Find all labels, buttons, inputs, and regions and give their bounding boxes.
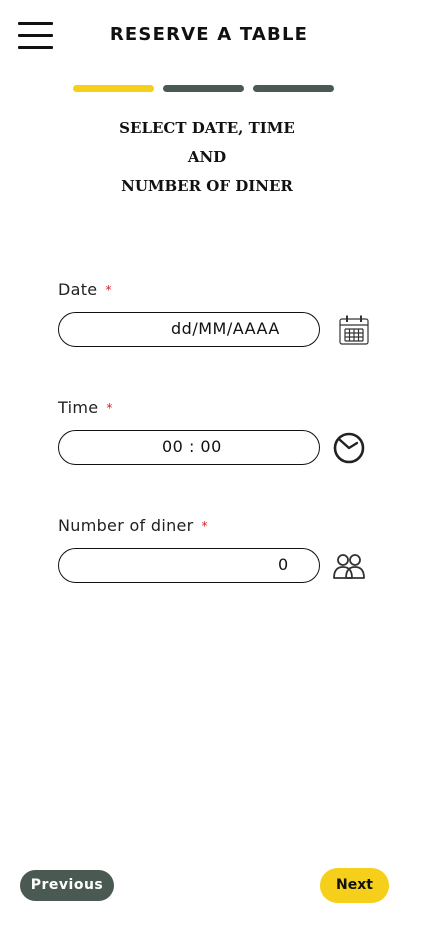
step-progress: [73, 85, 334, 92]
diners-input-value: 0: [278, 555, 289, 574]
clock-icon[interactable]: [332, 431, 366, 469]
time-input-value: 00 : 00: [162, 437, 222, 456]
progress-step-3: [253, 85, 334, 92]
diners-label-text: Number of diner: [58, 516, 194, 535]
date-input[interactable]: dd/MM/AAAA: [58, 312, 320, 347]
date-label-text: Date: [58, 280, 98, 299]
diners-input[interactable]: 0: [58, 548, 320, 583]
people-icon[interactable]: [332, 551, 366, 585]
date-label: Date *: [58, 280, 112, 299]
date-input-value: dd/MM/AAAA: [171, 319, 280, 338]
step-heading-line-1: SELECT DATE, TIME: [119, 119, 295, 137]
step-heading-line-3: NUMBER OF DINER: [121, 177, 293, 195]
time-label: Time *: [58, 398, 113, 417]
progress-step-1: [73, 85, 154, 92]
progress-step-2: [163, 85, 244, 92]
page-title: RESERVE A TABLE: [109, 24, 309, 45]
next-button[interactable]: Next: [320, 868, 389, 903]
calendar-icon[interactable]: [338, 314, 370, 350]
diners-label: Number of diner *: [58, 516, 208, 535]
required-marker: *: [106, 401, 113, 415]
step-heading-line-2: AND: [187, 148, 227, 166]
required-marker: *: [105, 283, 112, 297]
previous-button[interactable]: Previous: [20, 870, 114, 901]
time-label-text: Time: [58, 398, 99, 417]
time-input[interactable]: 00 : 00: [58, 430, 320, 465]
required-marker: *: [201, 519, 208, 533]
step-heading: SELECT DATE, TIME AND NUMBER OF DINER: [0, 114, 414, 201]
